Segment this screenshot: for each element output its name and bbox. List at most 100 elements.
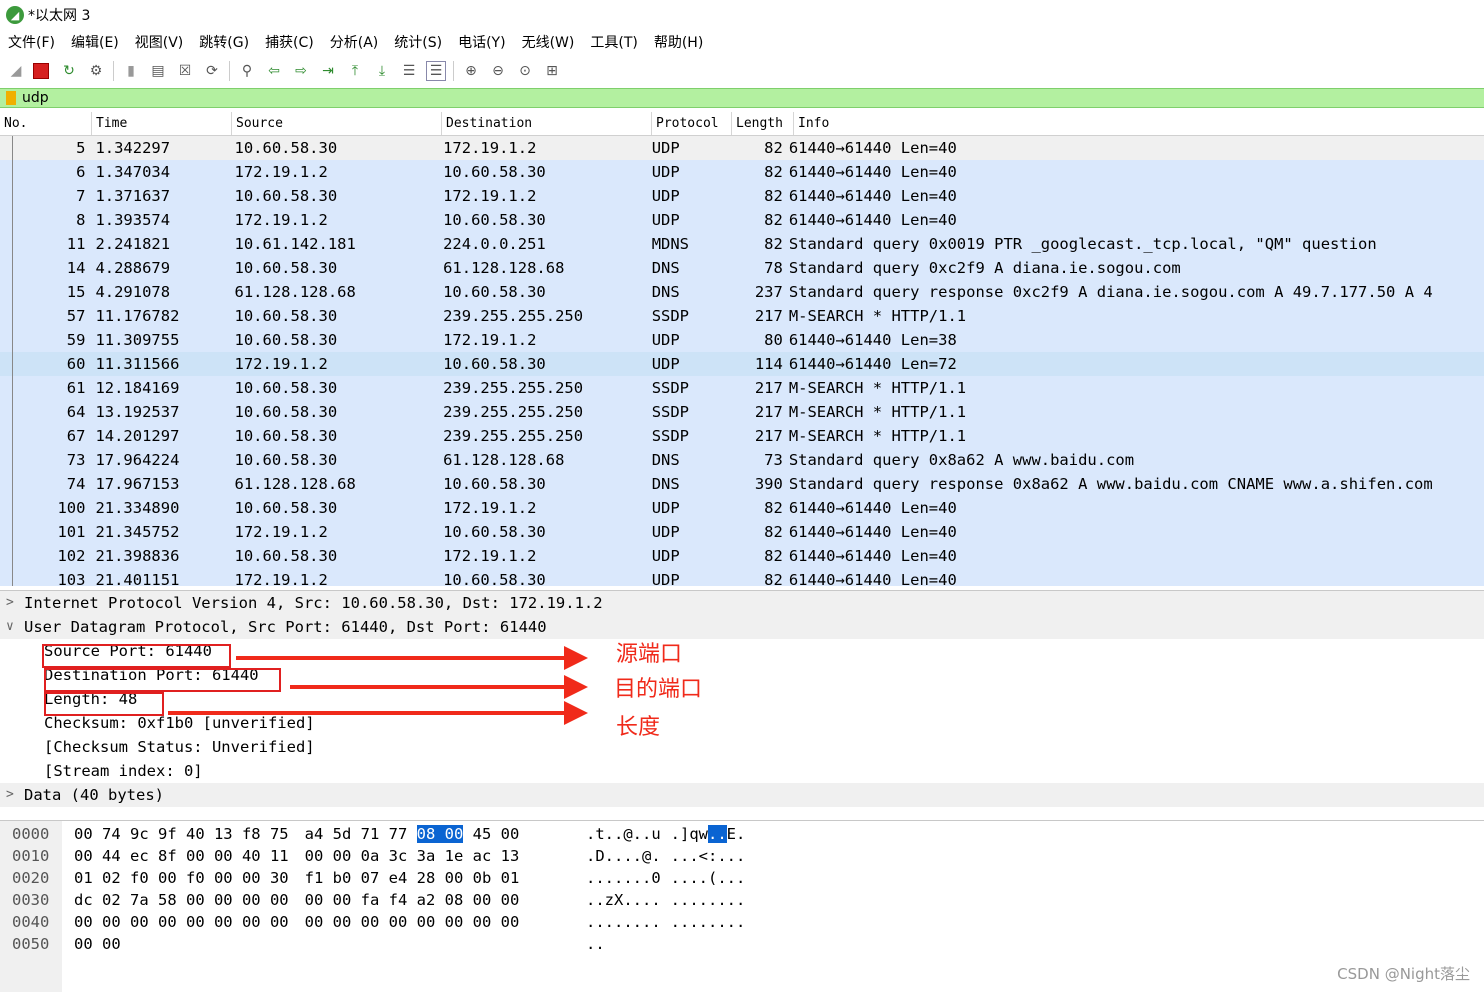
- packet-row[interactable]: 7 1.371637 10.60.58.30 172.19.1.2 UDP 82 61440…: [0, 184, 1484, 208]
- capture-options-icon[interactable]: ⚙: [86, 61, 106, 81]
- go-forward-icon[interactable]: ⇨: [291, 61, 311, 81]
- packet-cell-proto: UDP: [651, 547, 680, 565]
- save-file-icon[interactable]: ▤: [148, 61, 168, 81]
- reload-file-icon[interactable]: ⟳: [202, 61, 222, 81]
- colorize-icon[interactable]: ☰: [426, 61, 446, 81]
- conversation-line-marker: [12, 472, 13, 496]
- conversation-line-marker: [12, 328, 13, 352]
- packet-cell-dst: 172.19.1.2: [443, 499, 537, 517]
- expand-arrow-icon[interactable]: >: [6, 783, 20, 807]
- packet-cell-time: 1.393574: [95, 211, 171, 229]
- column-header-protocol[interactable]: Protocol: [652, 112, 732, 135]
- packet-cell-time: 17.967153: [95, 475, 180, 493]
- packet-cell-dst: 172.19.1.2: [443, 331, 537, 349]
- packet-cell-time: 11.176782: [95, 307, 180, 325]
- packet-row[interactable]: 15 4.291078 61.128.128.68 10.60.58.30 DNS 237…: [0, 280, 1484, 304]
- bytes-offset: 0020: [12, 869, 50, 887]
- packet-row[interactable]: 101 21.345752 172.19.1.2 10.60.58.30 UDP 82 61…: [0, 520, 1484, 544]
- tree-item-udp[interactable]: ∨ User Datagram Protocol, Src Port: 6144…: [0, 615, 1484, 639]
- go-back-icon[interactable]: ⇦: [264, 61, 284, 81]
- packet-row[interactable]: 61 12.184169 10.60.58.30 239.255.255.250 SSD…: [0, 376, 1484, 400]
- zoom-in-icon[interactable]: ⊕: [461, 61, 481, 81]
- column-header-destination[interactable]: Destination: [442, 112, 652, 135]
- expand-arrow-icon[interactable]: >: [6, 591, 20, 615]
- tree-item-checksum-status[interactable]: [Checksum Status: Unverified]: [0, 735, 1484, 759]
- packet-row[interactable]: 59 11.309755 10.60.58.30 172.19.1.2 UDP 80 614…: [0, 328, 1484, 352]
- last-packet-icon[interactable]: ⤓: [372, 61, 392, 81]
- open-file-icon[interactable]: ▮: [121, 61, 141, 81]
- menu-item[interactable]: 捕获(C): [265, 32, 314, 52]
- zoom-out-icon[interactable]: ⊖: [488, 61, 508, 81]
- packet-row[interactable]: 6 1.347034 172.19.1.2 10.60.58.30 UDP 82 61440…: [0, 160, 1484, 184]
- conversation-line-marker: [12, 448, 13, 472]
- restart-capture-icon[interactable]: ↻: [59, 61, 79, 81]
- menu-item[interactable]: 跳转(G): [199, 32, 249, 52]
- packet-cell-time: 11.309755: [95, 331, 180, 349]
- packet-cell-time: 12.184169: [95, 379, 180, 397]
- packet-number: 102: [57, 547, 86, 565]
- packet-cell-dst: 239.255.255.250: [443, 379, 584, 397]
- stop-capture-icon[interactable]: [33, 63, 49, 79]
- packet-row[interactable]: 60 11.311566 172.19.1.2 10.60.58.30 UDP 114 61…: [0, 352, 1484, 376]
- packet-row[interactable]: 74 17.967153 61.128.128.68 10.60.58.30 DNS 39…: [0, 472, 1484, 496]
- packet-cell-dst: 10.60.58.30: [443, 283, 546, 301]
- packet-row[interactable]: 5 1.342297 10.60.58.30 172.19.1.2 UDP 82 61440…: [0, 136, 1484, 160]
- packet-row[interactable]: 11 2.241821 10.61.142.181 224.0.0.251 MDNS 82…: [0, 232, 1484, 256]
- tree-item-ip[interactable]: > Internet Protocol Version 4, Src: 10.6…: [0, 591, 1484, 615]
- column-header-info[interactable]: Info: [794, 112, 1484, 135]
- packet-row[interactable]: 57 11.176782 10.60.58.30 239.255.255.250 SSD…: [0, 304, 1484, 328]
- menu-item[interactable]: 统计(S): [394, 32, 442, 52]
- column-header-time[interactable]: Time: [92, 112, 232, 135]
- filter-bookmark-icon[interactable]: [6, 91, 16, 105]
- display-filter-input[interactable]: udp: [22, 90, 49, 106]
- packet-cell-src: 61.128.128.68: [234, 283, 356, 301]
- packet-number: 61: [66, 379, 86, 397]
- display-filter-bar[interactable]: udp: [0, 88, 1484, 108]
- packet-cell-src: 10.60.58.30: [234, 499, 338, 517]
- conversation-line-marker: [12, 496, 13, 520]
- go-to-packet-icon[interactable]: ⇥: [318, 61, 338, 81]
- conversation-line-marker: [12, 352, 13, 376]
- packet-row[interactable]: 73 17.964224 10.60.58.30 61.128.128.68 DNS 73…: [0, 448, 1484, 472]
- hex-group-b: f1 b0 07 e4 28 00 0b 01: [304, 869, 520, 887]
- collapse-arrow-icon[interactable]: ∨: [6, 615, 20, 639]
- zoom-reset-icon[interactable]: ⊙: [515, 61, 535, 81]
- highlight-box-length: [44, 692, 164, 716]
- menu-item[interactable]: 工具(T): [590, 32, 637, 52]
- resize-columns-icon[interactable]: ⊞: [542, 61, 562, 81]
- packet-row[interactable]: 100 21.334890 10.60.58.30 172.19.1.2 UDP 82 61…: [0, 496, 1484, 520]
- packet-row[interactable]: 67 14.201297 10.60.58.30 239.255.255.250 SSD…: [0, 424, 1484, 448]
- first-packet-icon[interactable]: ⤒: [345, 61, 365, 81]
- menu-item[interactable]: 文件(F): [8, 32, 55, 52]
- auto-scroll-icon[interactable]: ☰: [399, 61, 419, 81]
- shark-fin-start-icon[interactable]: ◢: [6, 61, 26, 81]
- conversation-line-marker: [12, 208, 13, 232]
- packet-cell-src: 10.60.58.30: [234, 379, 338, 397]
- watermark: CSDN @Night落尘: [1337, 965, 1470, 983]
- menu-item[interactable]: 分析(A): [330, 32, 379, 52]
- packet-cell-src: 10.60.58.30: [234, 451, 338, 469]
- menu-item[interactable]: 视图(V): [135, 32, 184, 52]
- column-header-source[interactable]: Source: [232, 112, 442, 135]
- conversation-line-marker: [12, 520, 13, 544]
- menu-bar: 文件(F) 编辑(E) 视图(V) 跳转(G) 捕获(C) 分析(A) 统计(S) 电话(Y)…: [0, 30, 1484, 54]
- packet-cell-len: 82: [764, 523, 783, 541]
- menu-item[interactable]: 帮助(H): [654, 32, 703, 52]
- packet-cell-dst: 10.60.58.30: [443, 163, 546, 181]
- packet-number: 8: [76, 211, 86, 229]
- tree-item-data[interactable]: > Data (40 bytes): [0, 783, 1484, 807]
- tree-item-stream-index[interactable]: [Stream index: 0]: [0, 759, 1484, 783]
- packet-cell-no: 6: [0, 160, 91, 184]
- packet-row[interactable]: 102 21.398836 10.60.58.30 172.19.1.2 UDP 82 61…: [0, 544, 1484, 568]
- column-header-no[interactable]: No.: [0, 112, 92, 135]
- menu-item[interactable]: 无线(W): [522, 32, 575, 52]
- packet-row[interactable]: 8 1.393574 172.19.1.2 10.60.58.30 UDP 82 61440…: [0, 208, 1484, 232]
- find-packet-icon[interactable]: ⚲: [237, 61, 257, 81]
- column-header-length[interactable]: Length: [732, 112, 794, 135]
- menu-item[interactable]: 编辑(E): [71, 32, 119, 52]
- packet-row[interactable]: 64 13.192537 10.60.58.30 239.255.255.250 SSD…: [0, 400, 1484, 424]
- menu-item[interactable]: 电话(Y): [458, 32, 505, 52]
- packet-row[interactable]: 103 21.401151 172.19.1.2 10.60.58.30 UDP 82 61…: [0, 568, 1484, 586]
- packet-row[interactable]: 14 4.288679 10.60.58.30 61.128.128.68 DNS 78 S…: [0, 256, 1484, 280]
- close-file-icon[interactable]: ☒: [175, 61, 195, 81]
